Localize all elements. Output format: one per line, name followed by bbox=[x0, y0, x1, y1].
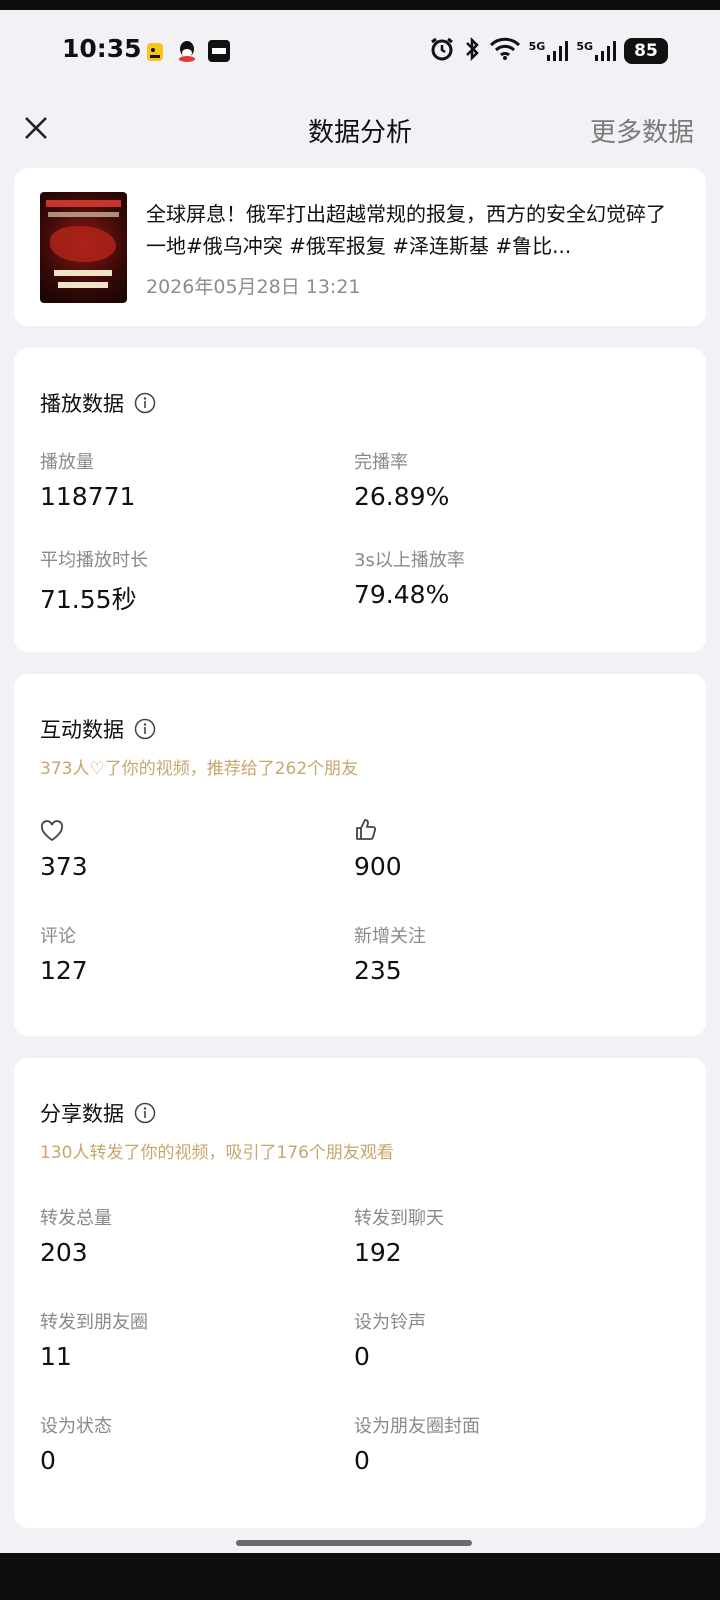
metric-value: 79.48% bbox=[354, 580, 450, 609]
metric-label: 设为铃声 bbox=[354, 1312, 426, 1333]
thumbs-up-icon bbox=[354, 818, 378, 846]
app-badge-icon bbox=[142, 38, 168, 64]
playback-data-card: 播放数据 播放量 118771 完播率 26.89% 平均播放时长 71.55秒… bbox=[14, 348, 706, 652]
close-icon bbox=[25, 117, 47, 139]
metric-value: 71.55秒 bbox=[40, 585, 137, 614]
heart-icon bbox=[40, 820, 64, 846]
metric-label: 播放量 bbox=[40, 452, 94, 473]
more-data-button[interactable]: 更多数据 bbox=[590, 112, 694, 149]
share-subtitle: 130人转发了你的视频，吸引了176个朋友观看 bbox=[40, 1143, 394, 1163]
metric-label: 3s以上播放率 bbox=[354, 550, 465, 571]
metric-label: 完播率 bbox=[354, 452, 408, 473]
app-icon bbox=[206, 38, 232, 64]
video-thumbnail bbox=[40, 192, 127, 303]
video-title: 全球屏息！俄军打出超越常规的报复，西方的安全幻觉碎了一地#俄乌冲突 #俄军报复 … bbox=[146, 202, 666, 258]
status-right-group: 5G 5G 85 bbox=[429, 36, 668, 66]
metric-value: 0 bbox=[40, 1446, 56, 1475]
metric-label: 平均播放时长 bbox=[40, 550, 148, 571]
interaction-subtitle: 373人♡了你的视频，推荐给了262个朋友 bbox=[40, 759, 359, 779]
share-data-card: 分享数据 130人转发了你的视频，吸引了176个朋友观看 转发总量 203 转发… bbox=[14, 1058, 706, 1528]
section-title: 互动数据 bbox=[40, 714, 156, 744]
metric-value: 235 bbox=[354, 956, 402, 985]
metric-value: 900 bbox=[354, 852, 402, 881]
playback-title: 播放数据 bbox=[40, 392, 124, 416]
battery-indicator: 85 bbox=[624, 38, 668, 64]
metric-label: 转发总量 bbox=[40, 1208, 112, 1229]
metric-label: 转发到聊天 bbox=[354, 1208, 444, 1229]
nav-bar: 数据分析 更多数据 bbox=[0, 100, 720, 160]
metric-label: 设为朋友圈封面 bbox=[354, 1416, 480, 1437]
interaction-title: 互动数据 bbox=[40, 718, 124, 742]
signal-5g-icon: 5G bbox=[529, 40, 569, 62]
bottom-edge bbox=[0, 1553, 720, 1600]
signal-5g-icon: 5G bbox=[576, 40, 616, 62]
metric-value: 0 bbox=[354, 1342, 370, 1371]
qq-icon bbox=[174, 38, 200, 64]
share-title: 分享数据 bbox=[40, 1102, 124, 1126]
video-date: 2026年05月28日 13:21 bbox=[146, 276, 361, 298]
metric-value: 127 bbox=[40, 956, 88, 985]
metric-label: 转发到朋友圈 bbox=[40, 1312, 148, 1333]
status-bar: 10:35 5G 5G 85 bbox=[0, 10, 720, 90]
alarm-icon bbox=[429, 36, 455, 66]
metric-value: 373 bbox=[40, 852, 88, 881]
info-icon[interactable] bbox=[134, 718, 156, 740]
info-icon[interactable] bbox=[134, 392, 156, 414]
top-edge bbox=[0, 0, 720, 10]
metric-value: 203 bbox=[40, 1238, 88, 1267]
video-card[interactable]: 全球屏息！俄军打出超越常规的报复，西方的安全幻觉碎了一地#俄乌冲突 #俄军报复 … bbox=[14, 168, 706, 326]
metric-value: 118771 bbox=[40, 482, 136, 511]
metric-label: 评论 bbox=[40, 926, 76, 947]
section-title: 播放数据 bbox=[40, 388, 156, 418]
metric-value: 192 bbox=[354, 1238, 402, 1267]
metric-value: 11 bbox=[40, 1342, 72, 1371]
interaction-data-card: 互动数据 373人♡了你的视频，推荐给了262个朋友 373 900 评论 12… bbox=[14, 674, 706, 1036]
metric-value: 0 bbox=[354, 1446, 370, 1475]
metric-label: 新增关注 bbox=[354, 926, 426, 947]
close-button[interactable] bbox=[16, 108, 56, 148]
home-indicator[interactable] bbox=[236, 1540, 472, 1546]
status-time: 10:35 bbox=[62, 34, 142, 63]
metric-value: 26.89% bbox=[354, 482, 450, 511]
metric-label: 设为状态 bbox=[40, 1416, 112, 1437]
wifi-icon bbox=[489, 37, 521, 65]
info-icon[interactable] bbox=[134, 1102, 156, 1124]
bluetooth-icon bbox=[463, 36, 481, 66]
section-title: 分享数据 bbox=[40, 1098, 156, 1128]
